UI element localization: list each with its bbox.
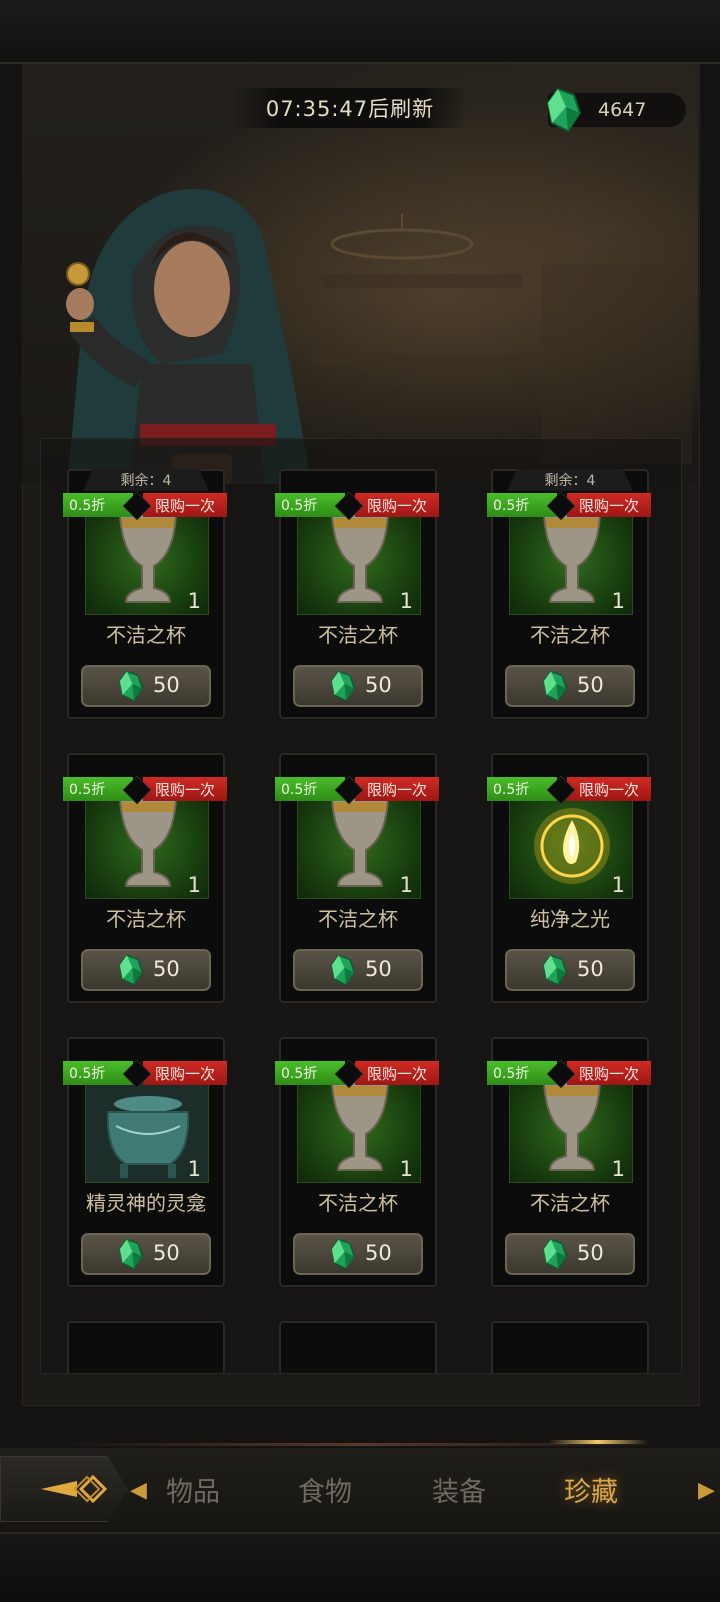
item-grid: 剩余：4 0.5折 限购一次 1 不洁之杯 50 0.5折 限购一次 1 不洁之杯 50 剩余：4 0.… [40,438,682,1374]
item-quantity: 1 [187,1157,201,1181]
green-gem-icon [546,87,582,133]
item-quantity: 1 [611,589,625,613]
buy-button[interactable]: 50 [81,1233,211,1275]
item-price: 50 [365,1241,392,1265]
tab-equipment[interactable]: 装备 [432,1470,486,1509]
item-name: 不洁之杯 [530,1191,610,1215]
green-gem-icon [117,669,145,703]
purchase-limit-tag: 限购一次 [567,777,651,801]
tab-scroll-right-icon[interactable]: ▶ [698,1478,715,1503]
item-quantity: 1 [399,589,413,613]
remaining-count: 剩余：4 [507,469,633,491]
remaining-count: 剩余：4 [83,469,209,491]
item-price: 50 [577,1241,604,1265]
item-price: 50 [365,957,392,981]
tag-row: 0.5折 限购一次 [275,491,439,521]
merchant-character-portrait [66,189,312,484]
tag-row: 0.5折 限购一次 [487,491,651,521]
green-gem-icon [329,669,357,703]
tag-row: 0.5折 限购一次 [63,491,227,521]
currency-display[interactable]: 4647 [546,87,686,133]
purchase-limit-tag: 限购一次 [355,493,439,517]
item-price: 50 [365,673,392,697]
shop-item-card[interactable]: 0.5折 限购一次 1 不洁之杯 50 [487,1037,651,1287]
bottom-frame [0,1532,720,1602]
tab-items[interactable]: 物品 [166,1470,220,1509]
item-name: 纯净之光 [530,907,610,931]
buy-button[interactable]: 50 [505,949,635,991]
shop-item-card[interactable]: 剩余：4 0.5折 限购一次 1 不洁之杯 50 [487,469,651,719]
shop-item-card[interactable]: 0.5折 限购一次 1 精灵神的灵龛 50 [63,1037,227,1287]
item-quantity: 1 [611,873,625,897]
buy-button[interactable]: 50 [81,949,211,991]
tag-row: 0.5折 限购一次 [487,775,651,805]
green-gem-icon [329,1237,357,1271]
back-arrow-icon [41,1474,107,1504]
purchase-limit-tag: 限购一次 [143,777,227,801]
item-quantity: 1 [399,1157,413,1181]
tab-food[interactable]: 食物 [298,1470,352,1509]
top-frame [0,0,720,64]
item-name: 不洁之杯 [106,907,186,931]
item-quantity: 1 [187,873,201,897]
shop-item-card[interactable]: 0.5折 限购一次 1 不洁之杯 50 [63,753,227,1003]
active-tab-indicator [548,1440,648,1444]
green-gem-icon [541,953,569,987]
tag-row: 0.5折 限购一次 [275,1059,439,1089]
green-gem-icon [329,953,357,987]
item-quantity: 1 [187,589,201,613]
shop-item-card-partial[interactable] [279,1321,437,1373]
currency-amount: 4647 [598,99,647,121]
tab-collection[interactable]: 珍藏 [564,1470,618,1509]
tag-row: 0.5折 限购一次 [63,1059,227,1089]
purchase-limit-tag: 限购一次 [355,777,439,801]
green-gem-icon [541,1237,569,1271]
item-price: 50 [153,673,180,697]
tag-row: 0.5折 限购一次 [63,775,227,805]
shop-item-card[interactable]: 0.5折 限购一次 1 不洁之杯 50 [275,753,439,1003]
buy-button[interactable]: 50 [505,1233,635,1275]
item-price: 50 [577,673,604,697]
item-name: 不洁之杯 [318,623,398,647]
green-gem-icon [117,1237,145,1271]
buy-button[interactable]: 50 [505,665,635,707]
shop-item-card-partial[interactable] [491,1321,649,1373]
tag-row: 0.5折 限购一次 [275,775,439,805]
item-quantity: 1 [611,1157,625,1181]
tag-row: 0.5折 限购一次 [487,1059,651,1089]
purchase-limit-tag: 限购一次 [355,1061,439,1085]
item-quantity: 1 [399,873,413,897]
buy-button[interactable]: 50 [293,665,423,707]
shop-item-card[interactable]: 0.5折 限购一次 1 不洁之杯 50 [275,469,439,719]
purchase-limit-tag: 限购一次 [567,493,651,517]
item-name: 精灵神的灵龛 [86,1191,206,1215]
item-price: 50 [153,1241,180,1265]
purchase-limit-tag: 限购一次 [143,493,227,517]
item-name: 不洁之杯 [318,1191,398,1215]
shop-item-card[interactable]: 0.5折 限购一次 1 纯净之光 50 [487,753,651,1003]
tab-scroll-left-icon[interactable]: ◀ [130,1478,147,1503]
purchase-limit-tag: 限购一次 [567,1061,651,1085]
shop-item-card[interactable]: 0.5折 限购一次 1 不洁之杯 50 [275,1037,439,1287]
green-gem-icon [117,953,145,987]
buy-button[interactable]: 50 [81,665,211,707]
green-gem-icon [541,669,569,703]
item-price: 50 [577,957,604,981]
item-name: 不洁之杯 [106,623,186,647]
purchase-limit-tag: 限购一次 [143,1061,227,1085]
item-price: 50 [153,957,180,981]
back-button[interactable] [0,1456,128,1522]
item-name: 不洁之杯 [530,623,610,647]
refresh-timer: 07:35:47后刷新 [232,88,468,128]
shop-item-card[interactable]: 剩余：4 0.5折 限购一次 1 不洁之杯 50 [63,469,227,719]
buy-button[interactable]: 50 [293,1233,423,1275]
shop-item-card-partial[interactable] [67,1321,225,1373]
item-name: 不洁之杯 [318,907,398,931]
buy-button[interactable]: 50 [293,949,423,991]
